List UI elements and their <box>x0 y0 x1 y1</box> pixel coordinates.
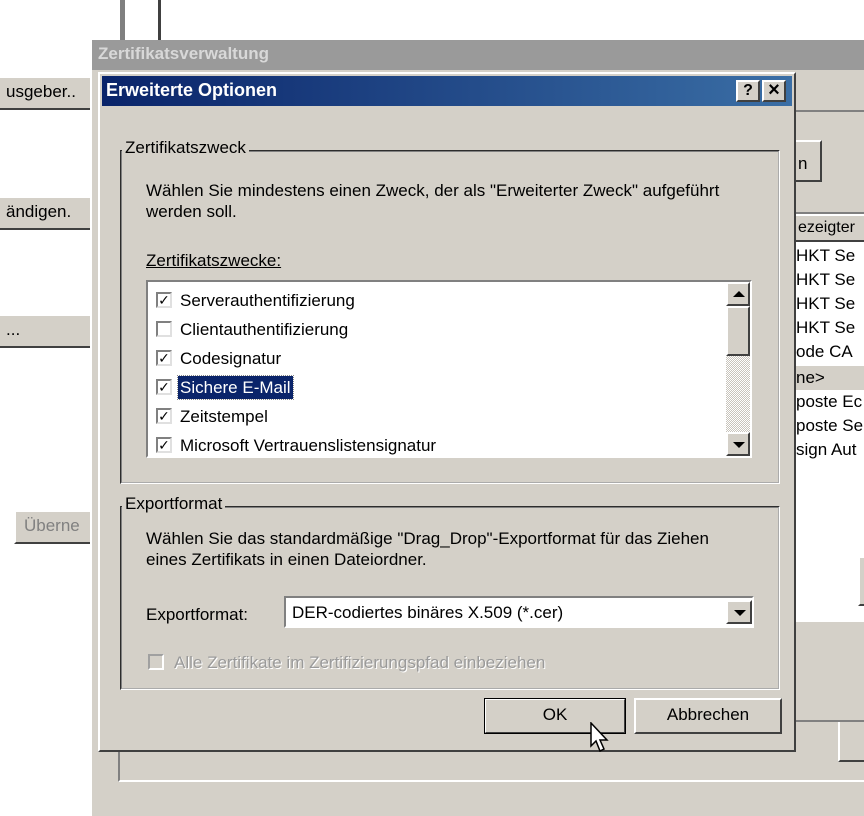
purpose-item-label-selected: Sichere E-Mail <box>177 375 294 400</box>
purpose-item-label: Zeitstempel <box>180 407 268 426</box>
purpose-list-items: ✓ Serverauthentifizierung Clientauthenti… <box>148 286 726 456</box>
dialog-titlebar[interactable]: Erweiterte Optionen ? × <box>102 76 792 106</box>
purpose-group-label: Zertifikatszweck <box>122 138 249 158</box>
include-chain-label: Alle Zertifikate im Zertifizierungspfad … <box>174 653 546 672</box>
background-right-button-1[interactable] <box>858 556 864 606</box>
background-cert-list[interactable]: ezeigter HKT Se HKT Se HKT Se HKT Se ode… <box>792 212 864 622</box>
ok-button-label: OK <box>542 705 568 724</box>
mouse-cursor-icon <box>590 722 609 753</box>
cancel-button[interactable]: Abbrechen <box>634 698 782 734</box>
background-vertical-line-2 <box>158 0 161 40</box>
checkbox-clientauth[interactable] <box>156 321 172 337</box>
help-icon: ? <box>743 82 753 99</box>
purpose-list-scrollbar[interactable] <box>726 282 750 456</box>
purpose-item-ms-trustlist[interactable]: ✓ Microsoft Vertrauenslistensignatur <box>148 431 708 456</box>
background-list-item[interactable]: HKT Se <box>796 316 855 340</box>
export-group-label: Exportformat <box>122 494 226 514</box>
background-list-item[interactable]: HKT Se <box>796 292 855 316</box>
purpose-list-label: Zertifikatszwecke: <box>146 250 281 271</box>
scroll-up-button[interactable] <box>726 282 750 306</box>
close-button[interactable]: × <box>762 80 786 102</box>
background-issuer-button[interactable]: usgeber.. <box>0 76 92 110</box>
background-renew-label: ändigen. <box>6 202 72 221</box>
purpose-item-clientauth[interactable]: Clientauthentifizierung <box>148 315 708 344</box>
background-apply-label: Überne <box>24 516 80 535</box>
background-list-item[interactable]: ode CA <box>796 340 853 364</box>
background-list-header[interactable]: ezeigter <box>794 214 864 242</box>
background-list-item[interactable]: sign Aut <box>796 438 857 462</box>
checkbox-timestamp[interactable]: ✓ <box>156 408 172 424</box>
background-vertical-line <box>122 0 125 40</box>
background-more-label: ... <box>6 320 21 339</box>
background-list-item[interactable]: HKT Se <box>796 268 855 292</box>
purpose-item-label: Codesignatur <box>180 349 282 368</box>
background-list-item[interactable]: HKT Se <box>796 244 855 268</box>
background-list-item[interactable]: ne> <box>796 366 864 390</box>
background-list-item[interactable]: poste Se <box>796 414 863 438</box>
scroll-down-button[interactable] <box>726 432 750 456</box>
export-format-value: DER-codiertes binäres X.509 (*.cer) <box>292 603 564 622</box>
outer-window-titlebar: Zertifikatsverwaltung <box>92 40 864 70</box>
checkbox-ms-trustlist[interactable]: ✓ <box>156 437 172 453</box>
background-line-top <box>792 110 864 112</box>
export-format-select[interactable]: DER-codiertes binäres X.509 (*.cer) <box>284 596 754 628</box>
include-chain-checkbox[interactable] <box>148 654 164 670</box>
help-button[interactable]: ? <box>736 80 760 102</box>
export-format-dropdown-button[interactable] <box>726 600 752 624</box>
background-renew-button[interactable]: ändigen. <box>0 196 92 230</box>
checkbox-secure-email[interactable]: ✓ <box>156 379 172 395</box>
background-window-left <box>0 0 122 816</box>
purpose-list-label-text: Zertifikatszwecke: <box>146 251 282 270</box>
background-tab-label: n <box>798 154 808 173</box>
background-issuer-label: usgeber.. <box>6 82 76 101</box>
purpose-item-label: Serverauthentifizierung <box>180 291 355 310</box>
cancel-button-label: Abbrechen <box>666 705 750 724</box>
export-format-label-text: Exportformat: <box>146 605 249 624</box>
dialog-title: Erweiterte Optionen <box>106 80 278 100</box>
background-apply-button[interactable]: Überne <box>14 510 94 544</box>
checkbox-serverauth[interactable]: ✓ <box>156 292 172 308</box>
purpose-listbox[interactable]: ✓ Serverauthentifizierung Clientauthenti… <box>146 280 752 458</box>
background-tab[interactable]: n <box>792 140 822 182</box>
export-format-label: Exportformat: <box>146 604 248 625</box>
scroll-thumb[interactable] <box>726 306 750 356</box>
purpose-item-label: Clientauthentifizierung <box>180 320 349 339</box>
purpose-item-codesign[interactable]: ✓ Codesignatur <box>148 344 708 373</box>
purpose-item-timestamp[interactable]: ✓ Zeitstempel <box>148 402 708 431</box>
purpose-item-label: Microsoft Vertrauenslistensignatur <box>180 436 437 455</box>
arrow-down-icon <box>733 442 745 448</box>
checkbox-codesign[interactable]: ✓ <box>156 350 172 366</box>
purpose-item-secure-email[interactable]: ✓ Sichere E-Mail <box>148 373 708 402</box>
background-list-item[interactable]: poste Ec <box>796 390 862 414</box>
purpose-item-serverauth[interactable]: ✓ Serverauthentifizierung <box>148 286 708 315</box>
outer-window-title: Zertifikatsverwaltung <box>98 44 269 63</box>
purpose-description: Wählen Sie mindestens einen Zweck, der a… <box>146 181 720 221</box>
export-description: Wählen Sie das standardmäßige "Drag_Drop… <box>146 529 709 569</box>
advanced-options-dialog: Erweiterte Optionen ? × Zertifikatszweck… <box>98 72 796 752</box>
background-list-header-label: ezeigter <box>798 219 855 236</box>
arrow-up-icon <box>733 291 745 297</box>
background-more-button[interactable]: ... <box>0 314 92 348</box>
chevron-down-icon <box>734 610 746 616</box>
close-icon: × <box>768 79 780 101</box>
